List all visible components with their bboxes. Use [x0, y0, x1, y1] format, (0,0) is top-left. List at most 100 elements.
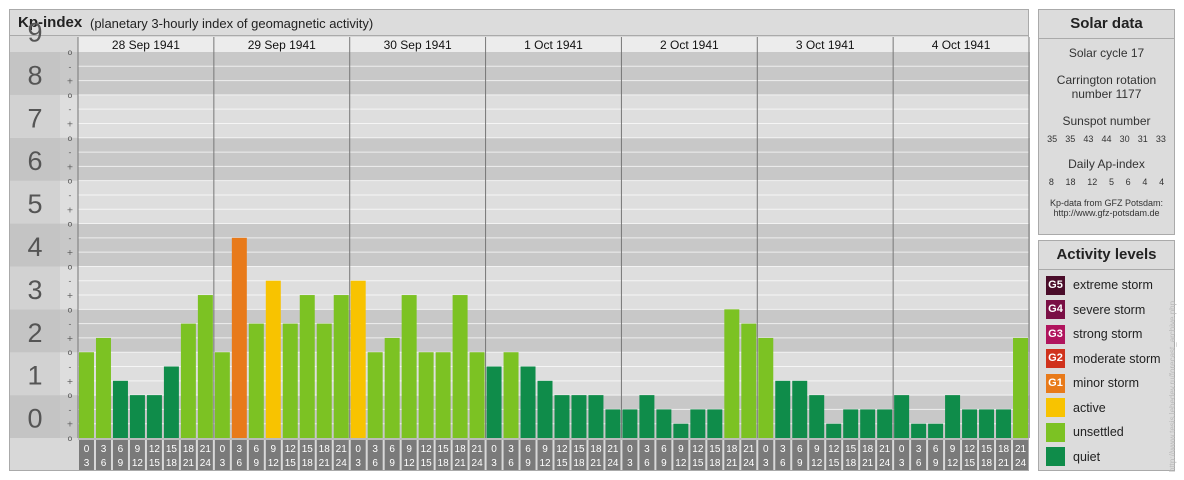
kp-bar [911, 423, 927, 438]
kp-bar [486, 366, 502, 438]
kp-bar [180, 323, 196, 438]
kp-bar [316, 323, 332, 438]
minor-tick-label: + [67, 377, 74, 386]
slot-end-hour: 15 [556, 458, 568, 469]
minor-tick-label: - [69, 320, 72, 329]
kp-bar [639, 395, 655, 438]
y-tick-label: 0 [27, 404, 42, 434]
slot-end-hour: 6 [780, 458, 786, 469]
y-tick-label: 2 [27, 318, 42, 348]
slot-start-hour: 0 [763, 444, 769, 455]
kp-bar [843, 409, 859, 438]
y-tick-label: 5 [27, 189, 42, 219]
slot-end-hour: 3 [763, 458, 769, 469]
source-link[interactable]: http://www.gfz-potsdam.de [1039, 208, 1174, 218]
slot-end-hour: 3 [220, 458, 226, 469]
activity-level-badge: G4 [1046, 300, 1065, 319]
slot-end-hour: 12 [811, 458, 823, 469]
slot-end-hour: 18 [302, 458, 314, 469]
ap-values: 8 18 12 5 6 4 4 [1039, 177, 1174, 187]
kp-bar [656, 409, 672, 438]
slot-end-hour: 18 [709, 458, 721, 469]
slot-end-hour: 21 [590, 458, 602, 469]
slot-start-hour: 3 [101, 444, 107, 455]
slot-end-hour: 9 [661, 458, 667, 469]
minor-tick-label: o [68, 434, 73, 443]
slot-end-hour: 15 [149, 458, 161, 469]
kp-bar [146, 395, 162, 438]
activity-level-badge [1046, 398, 1065, 417]
activity-level-label: minor storm [1073, 376, 1139, 390]
activity-level-badge: G5 [1046, 275, 1065, 295]
slot-end-hour: 21 [319, 458, 331, 469]
slot-start-hour: 12 [964, 444, 976, 455]
baseline [78, 438, 1029, 440]
day-label: 3 Oct 1941 [796, 38, 855, 52]
solar-data-title: Solar data [1039, 10, 1174, 39]
minor-tick-label: o [68, 391, 73, 400]
minor-tick-label: + [67, 77, 74, 86]
slot-end-hour: 18 [573, 458, 585, 469]
slot-end-hour: 6 [237, 458, 243, 469]
kp-chart-panel: Kp-index (planetary 3-hourly index of ge… [9, 9, 1030, 471]
kp-bar [333, 295, 349, 438]
activity-level-row: G4 severe storm [1046, 300, 1145, 320]
kp-bar [979, 409, 995, 438]
kp-bar [673, 423, 689, 438]
kp-bar [350, 280, 366, 438]
slot-end-hour: 21 [862, 458, 874, 469]
kp-bar [435, 352, 451, 438]
slot-start-hour: 12 [692, 444, 704, 455]
day-label: 1 Oct 1941 [524, 38, 583, 52]
slot-start-hour: 21 [1015, 444, 1027, 455]
kp-band [10, 395, 1030, 438]
sunspot-value: 31 [1137, 134, 1148, 144]
kp-bar [282, 323, 298, 438]
activity-level-label: quiet [1073, 449, 1101, 464]
slot-start-hour: 18 [183, 444, 195, 455]
slot-end-hour: 3 [491, 458, 497, 469]
minor-tick-label: o [68, 220, 73, 229]
slot-start-hour: 3 [780, 444, 786, 455]
kp-band [10, 52, 1030, 95]
watermark: http://www.tesis.lebedev.ru/forecast_arc… [1168, 300, 1177, 472]
activity-level-row: active [1046, 398, 1106, 418]
kp-bar [945, 395, 961, 438]
slot-end-hour: 6 [916, 458, 922, 469]
slot-start-hour: 21 [879, 444, 891, 455]
kp-bar [622, 409, 638, 438]
kp-bar [163, 366, 179, 438]
slot-end-hour: 9 [525, 458, 531, 469]
kp-bar [265, 280, 281, 438]
slot-end-hour: 3 [899, 458, 905, 469]
carrington-line1: Carrington rotation [1056, 73, 1157, 87]
slot-start-hour: 21 [200, 444, 212, 455]
kp-band [10, 180, 1030, 224]
slot-end-hour: 15 [692, 458, 704, 469]
activity-level-label: active [1073, 400, 1106, 415]
slot-start-hour: 12 [556, 444, 568, 455]
slot-start-hour: 6 [525, 444, 531, 455]
minor-tick-label: - [69, 62, 72, 71]
day-label: 28 Sep 1941 [112, 38, 180, 52]
slot-end-hour: 6 [644, 458, 650, 469]
kp-bar [452, 295, 468, 438]
kp-bar [809, 395, 825, 438]
day-label: 2 Oct 1941 [660, 38, 719, 52]
minor-tick-label: + [67, 291, 74, 300]
slot-end-hour: 12 [404, 458, 416, 469]
kp-bar [1013, 337, 1028, 438]
slot-end-hour: 15 [285, 458, 297, 469]
slot-start-hour: 3 [916, 444, 922, 455]
minor-tick-label: - [69, 405, 72, 414]
minor-tick-label: + [67, 420, 74, 429]
slot-start-hour: 0 [491, 444, 497, 455]
ap-value: 4 [1159, 177, 1165, 187]
slot-start-hour: 0 [220, 444, 226, 455]
y-tick-label: 1 [27, 361, 42, 391]
slot-start-hour: 18 [455, 444, 467, 455]
carrington-line2: number 1177 [1071, 87, 1142, 101]
slot-end-hour: 21 [455, 458, 467, 469]
y-tick-label: 6 [27, 146, 42, 176]
kp-bar [537, 380, 553, 438]
